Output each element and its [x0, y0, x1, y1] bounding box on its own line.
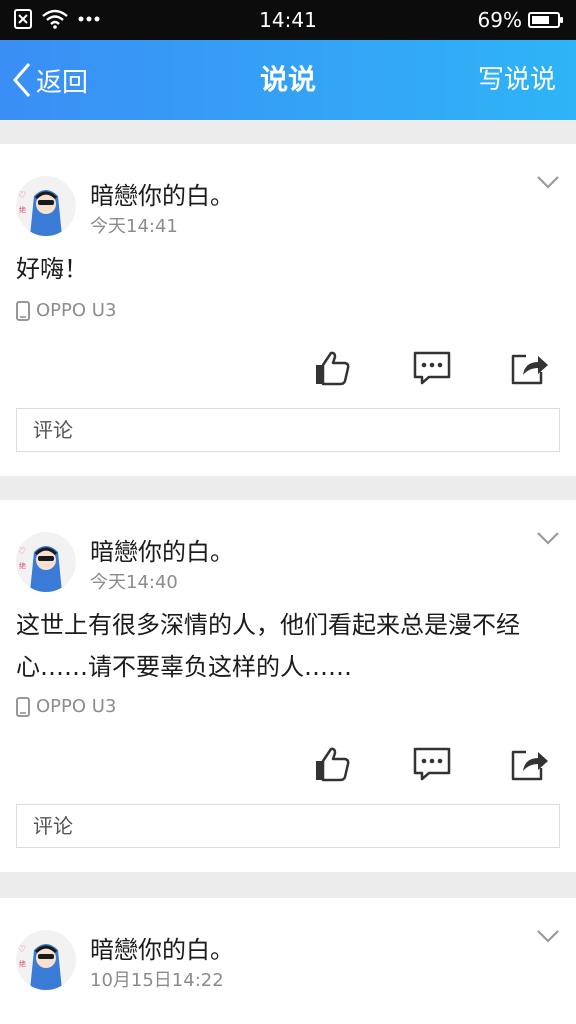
post-text: 好嗨！ [16, 255, 88, 283]
comment-input[interactable]: 评论 [16, 804, 560, 848]
like-icon[interactable] [312, 746, 352, 782]
device-name: OPPO U3 [36, 300, 117, 321]
back-label: 返回 [36, 67, 89, 98]
svg-text:绝: 绝 [19, 205, 26, 214]
status-bar: 14:41 69% [0, 0, 576, 40]
nav-bar: 返回 说说 写说说 [0, 40, 576, 120]
phone-icon [16, 696, 30, 717]
post-card: ♡ 绝 暗戀你的白。 今天14:40 这世上有很多深情的人，他们看起来总是漫不经… [0, 500, 576, 872]
post-text: 这世上有很多深情的人，他们看起来总是漫不经心……请不要辜负这样的人…… [16, 611, 520, 681]
author-name[interactable]: 暗戀你的白。 [90, 930, 234, 965]
post-card: ♡ 绝 暗戀你的白。 10月15日14:22 [0, 898, 576, 1024]
comment-icon[interactable] [412, 350, 452, 386]
chevron-down-icon[interactable] [536, 174, 560, 190]
comment-icon[interactable] [412, 746, 452, 782]
post-time: 10月15日14:22 [90, 970, 224, 991]
battery-icon [528, 12, 563, 28]
chevron-down-icon[interactable] [536, 928, 560, 944]
like-icon[interactable] [312, 350, 352, 386]
share-icon[interactable] [510, 350, 550, 386]
svg-text:♡: ♡ [18, 945, 26, 955]
author-name[interactable]: 暗戀你的白。 [90, 176, 234, 211]
share-icon[interactable] [510, 746, 550, 782]
device-label: OPPO U3 [16, 300, 116, 321]
back-button[interactable]: 返回 [12, 40, 88, 120]
avatar[interactable]: ♡ 绝 [16, 930, 76, 990]
author-name[interactable]: 暗戀你的白。 [90, 532, 234, 567]
comment-input[interactable]: 评论 [16, 408, 560, 452]
post-card: ♡ 绝 暗戀你的白。 今天14:41 好嗨！ OPPO U3 评论 [0, 144, 576, 476]
svg-text:♡: ♡ [18, 547, 26, 557]
svg-text:绝: 绝 [19, 959, 26, 968]
post-time: 今天14:41 [90, 216, 178, 237]
svg-text:绝: 绝 [19, 561, 26, 570]
device-name: OPPO U3 [36, 696, 117, 717]
svg-text:♡: ♡ [18, 191, 26, 201]
phone-icon [16, 300, 30, 321]
back-chevron-icon [13, 63, 31, 97]
write-post-button[interactable]: 写说说 [478, 40, 556, 120]
device-label: OPPO U3 [16, 696, 116, 717]
avatar[interactable]: ♡ 绝 [16, 532, 76, 592]
chevron-down-icon[interactable] [536, 530, 560, 546]
post-time: 今天14:40 [90, 572, 178, 593]
avatar[interactable]: ♡ 绝 [16, 176, 76, 236]
battery-percent: 69% [477, 8, 522, 32]
